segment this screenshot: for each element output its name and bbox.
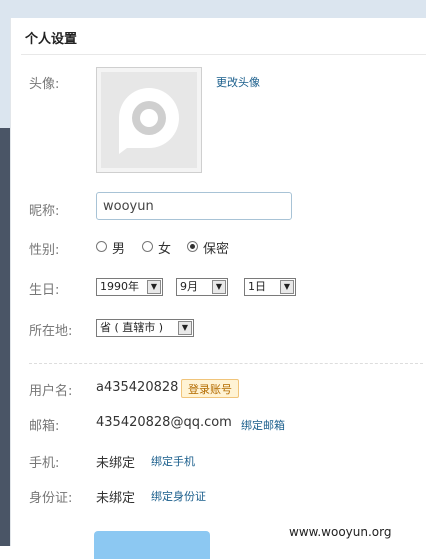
avatar-image	[101, 72, 197, 168]
gender-female-label: 女	[158, 242, 172, 257]
phone-value: 未绑定	[96, 456, 136, 471]
chevron-down-icon: ▼	[212, 280, 226, 294]
top-strip	[0, 0, 426, 18]
left-rail-dark	[0, 128, 10, 546]
id-card-label: 身份证:	[29, 491, 73, 506]
bind-email-link[interactable]: 绑定邮箱	[241, 417, 285, 433]
birth-day-value: 1日	[248, 280, 266, 293]
chevron-down-icon: ▼	[147, 280, 161, 294]
email-value: 435420828@qq.com	[96, 415, 232, 430]
bind-phone-link[interactable]: 绑定手机	[151, 453, 195, 469]
title-divider	[21, 54, 426, 55]
username-label: 用户名:	[29, 384, 73, 399]
avatar-label: 头像:	[29, 77, 60, 92]
gender-label: 性别:	[29, 243, 60, 258]
bind-id-card-link[interactable]: 绑定身份证	[151, 488, 206, 504]
birth-month-value: 9月	[180, 280, 198, 293]
gender-male-label: 男	[112, 242, 126, 257]
location-label: 所在地:	[29, 324, 73, 339]
section-divider	[29, 363, 423, 364]
login-account-badge: 登录账号	[181, 379, 239, 398]
chevron-down-icon: ▼	[280, 280, 294, 294]
birth-day-select[interactable]: 1日 ▼	[244, 278, 296, 296]
chevron-down-icon: ▼	[178, 321, 192, 335]
gender-male-radio[interactable]	[96, 241, 107, 252]
birth-year-value: 1990年	[100, 280, 139, 293]
birth-year-select[interactable]: 1990年 ▼	[96, 278, 163, 296]
gender-female-radio[interactable]	[142, 241, 153, 252]
province-value: 省 ( 直辖市 )	[100, 321, 164, 334]
nickname-label: 昵称:	[29, 204, 60, 219]
phone-label: 手机:	[29, 456, 60, 471]
id-card-value: 未绑定	[96, 491, 136, 506]
nickname-input[interactable]	[96, 192, 292, 220]
gender-secret-radio[interactable]	[187, 241, 198, 252]
username-value: a435420828	[96, 380, 179, 395]
birth-month-select[interactable]: 9月 ▼	[176, 278, 228, 296]
email-label: 邮箱:	[29, 419, 60, 434]
p-logo-icon	[119, 88, 179, 154]
gender-secret-label: 保密	[203, 242, 230, 257]
settings-panel: 个人设置 头像: 更改头像 昵称: 性别: 男 女 保密 生日: 1990年 ▼…	[10, 18, 426, 559]
save-button[interactable]	[94, 531, 210, 559]
watermark: www.wooyun.org	[289, 525, 392, 539]
avatar[interactable]	[96, 67, 202, 173]
birthday-label: 生日:	[29, 283, 60, 298]
change-avatar-link[interactable]: 更改头像	[216, 74, 260, 90]
province-select[interactable]: 省 ( 直辖市 ) ▼	[96, 319, 194, 337]
page-title: 个人设置	[25, 32, 78, 47]
